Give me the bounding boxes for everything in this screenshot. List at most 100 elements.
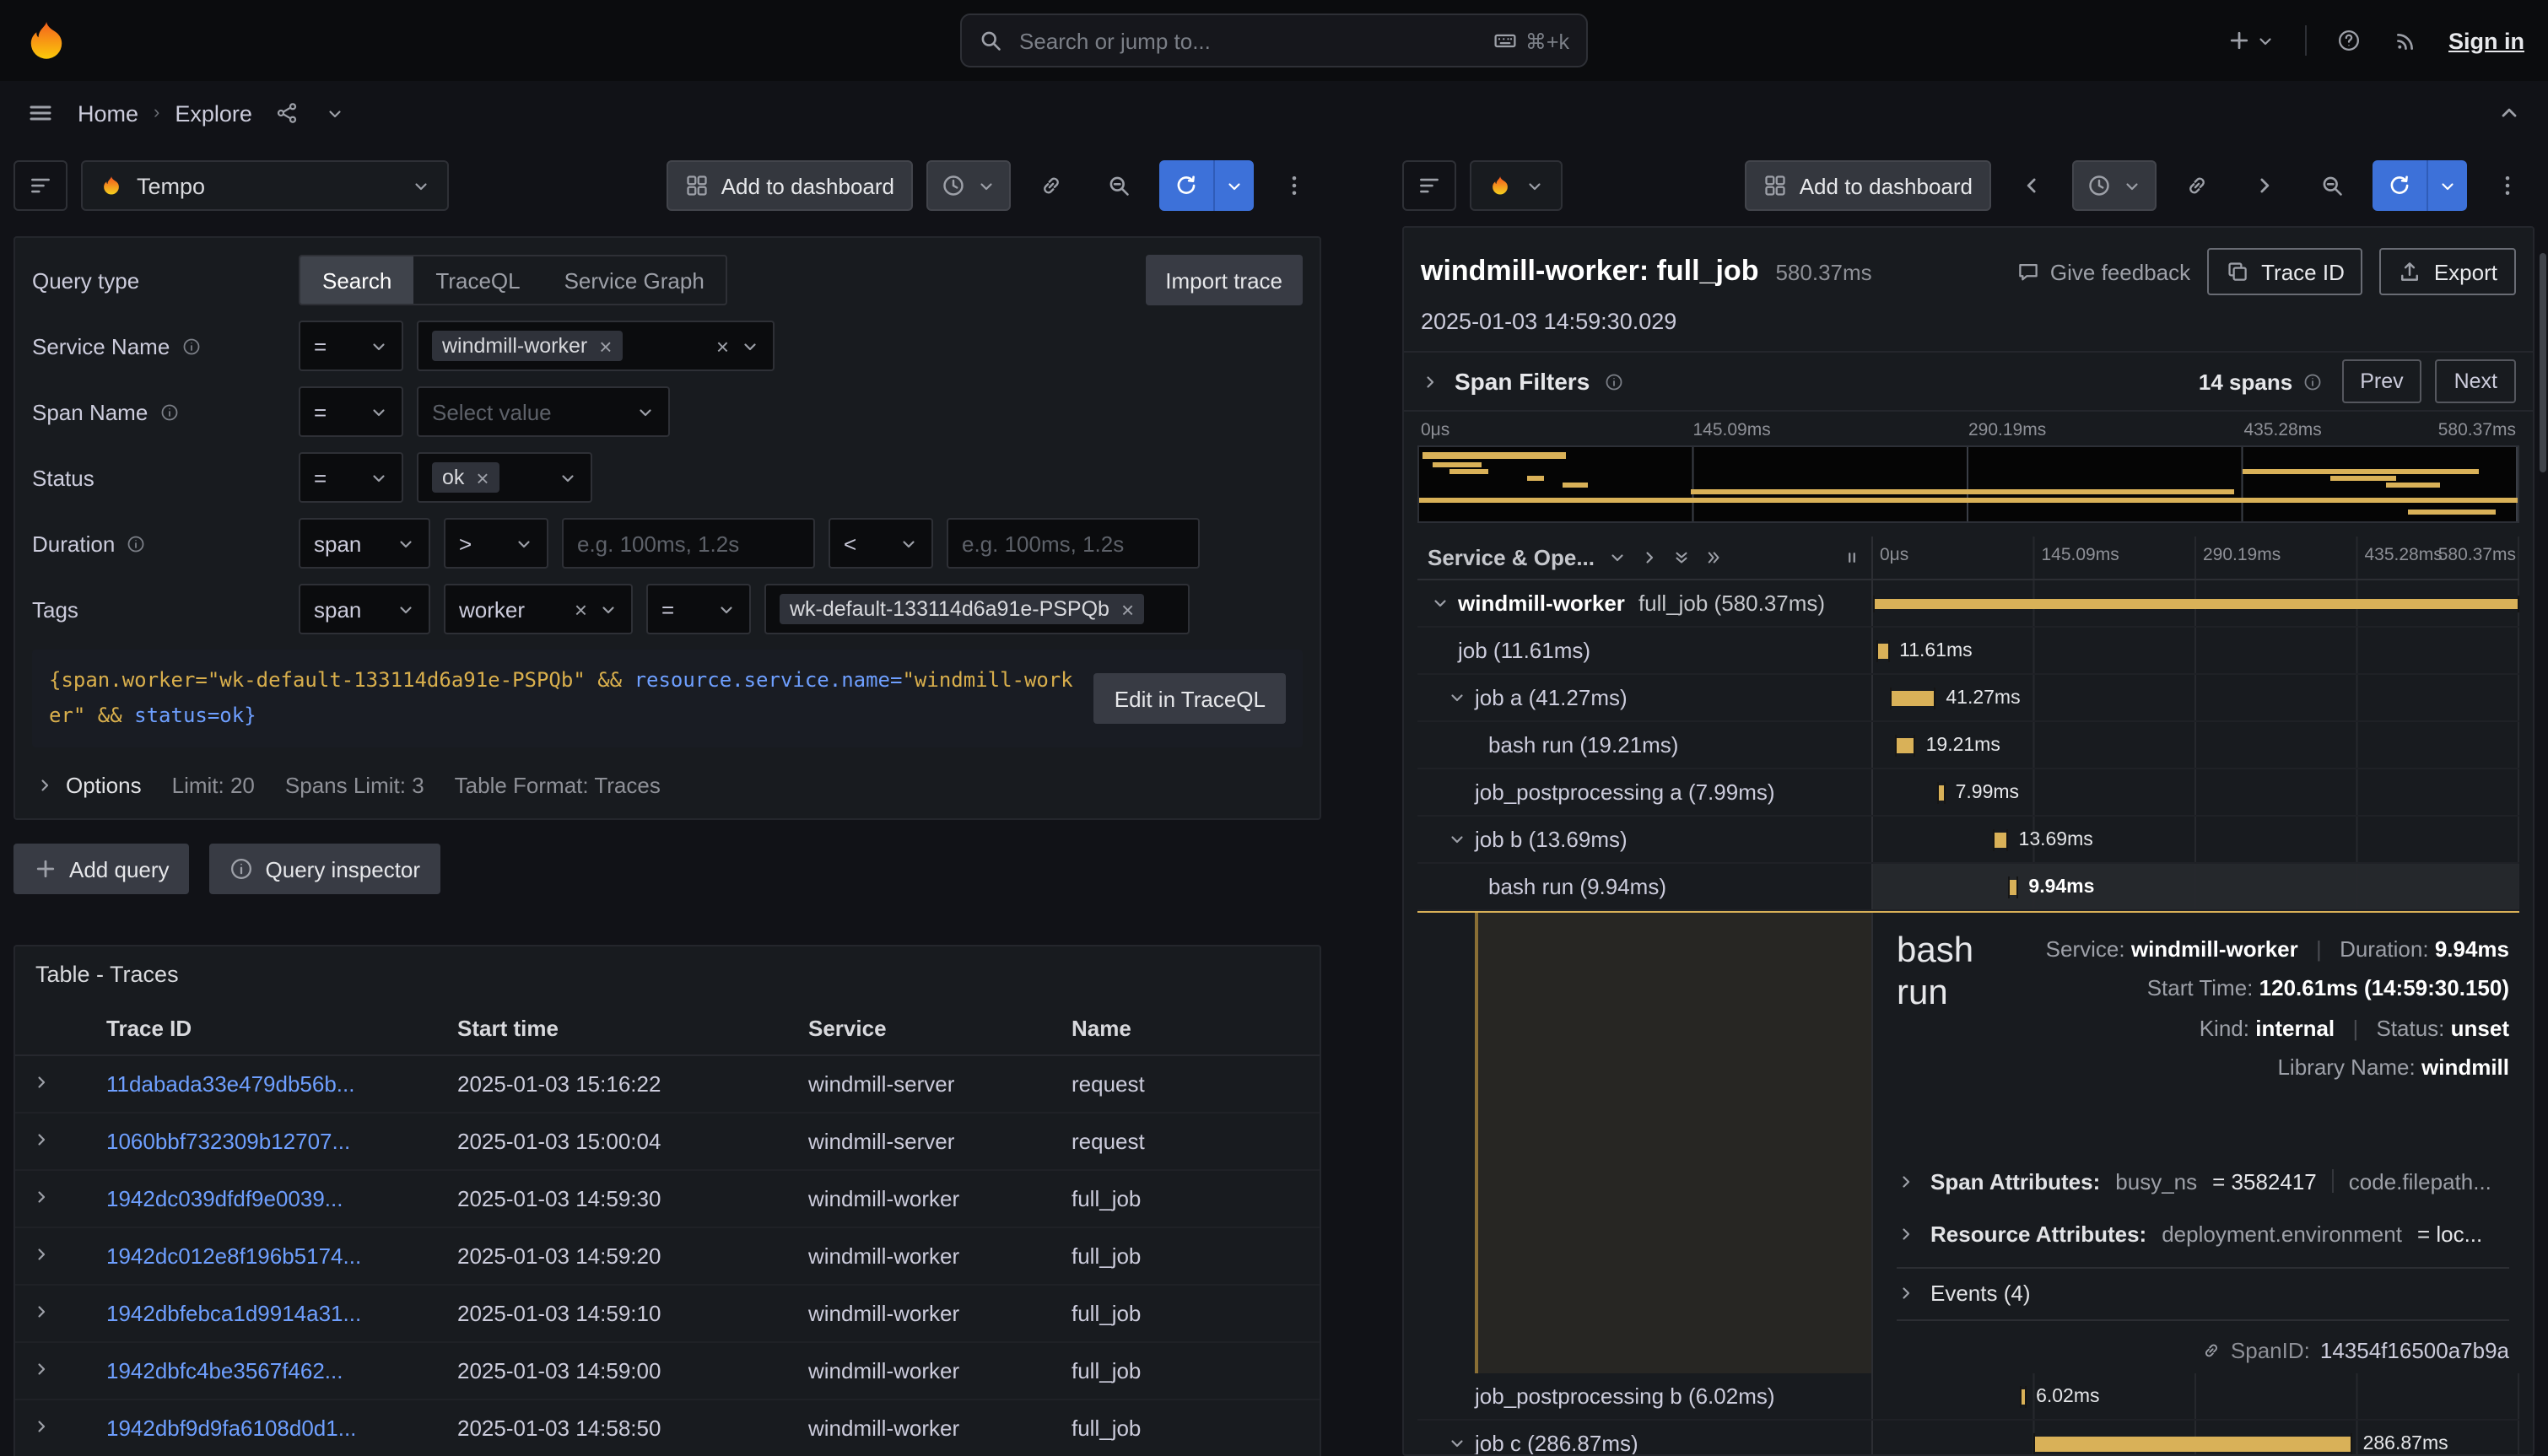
datasource-picker[interactable] [1470,160,1563,211]
time-shift-back-button[interactable] [2005,160,2059,211]
edit-in-traceql-button[interactable]: Edit in TraceQL [1094,673,1286,724]
table-row[interactable]: 1942dbfebca1d9914a31... 2025-01-03 14:59… [15,1286,1320,1343]
zoom-out-button[interactable] [1092,160,1146,211]
new-menu-button[interactable] [2224,25,2278,56]
table-row[interactable]: 1942dc039dfdf9e0039... 2025-01-03 14:59:… [15,1171,1320,1228]
resource-attributes-row[interactable]: Resource Attributes: deployment.environm… [1897,1207,2509,1259]
global-search[interactable]: ⌘+k [960,13,1588,67]
col-trace-id[interactable]: Trace ID [96,1016,447,1041]
link-icon[interactable] [2202,1340,2221,1359]
trace-minimap[interactable] [1417,445,2519,523]
options-toggle[interactable]: Options [35,773,142,798]
duration-lt-input[interactable] [947,518,1200,569]
span-bar-cell[interactable] [1873,580,2519,626]
news-button[interactable] [2391,25,2421,56]
span-bar[interactable] [1890,690,1935,705]
span-bar-cell[interactable]: 286.87ms [1873,1421,2519,1454]
chevron-down-icon[interactable] [1608,548,1627,567]
add-query-button[interactable]: Add query [13,844,190,894]
pane-kebab-menu[interactable] [1267,160,1321,211]
span-name-cell[interactable]: bash run (9.94ms) [1417,864,1873,909]
expand-row-icon[interactable] [32,1302,51,1321]
col-name[interactable]: Name [1061,1016,1313,1041]
pause-icon[interactable] [1843,548,1861,567]
chevron-down-icon[interactable] [1448,830,1466,849]
trace-id-link[interactable]: 1942dbf9d9fa6108d0d1... [106,1416,356,1441]
expand-row-icon[interactable] [32,1360,51,1378]
time-picker-button[interactable] [2072,160,2157,211]
events-row[interactable]: Events (4) [1897,1266,2509,1320]
span-name-cell[interactable]: job_postprocessing b (6.02ms) [1417,1373,1873,1419]
span-name-cell[interactable]: windmill-worker full_job (580.37ms) [1417,580,1873,626]
span-bar[interactable] [1876,643,1889,658]
span-bar-cell[interactable]: 19.21ms [1873,722,2519,768]
status-value-select[interactable]: ok × [417,452,592,503]
span-bar[interactable] [1894,737,1915,752]
search-input[interactable] [1016,26,1480,55]
table-row[interactable]: 1942dbfc4be3567f462... 2025-01-03 14:59:… [15,1343,1320,1400]
span-bar-cell[interactable]: 6.02ms [1873,1373,2519,1419]
clear-key-icon[interactable]: × [575,598,587,620]
duration-scope-select[interactable]: span [299,518,430,569]
help-button[interactable] [2334,25,2364,56]
col-start-time[interactable]: Start time [447,1016,798,1041]
name-column-label[interactable]: Service & Ope... [1428,545,1595,570]
import-trace-button[interactable]: Import trace [1145,255,1303,305]
run-query-split-button[interactable] [1159,160,1254,211]
span-bar-cell[interactable]: 9.94ms [1873,864,2519,909]
copy-link-button[interactable] [1024,160,1078,211]
table-row[interactable]: 1060bbf732309b12707... 2025-01-03 15:00:… [15,1114,1320,1171]
span-bar[interactable] [2007,879,2018,894]
chevron-down-icon[interactable] [1448,688,1466,707]
expand-row-icon[interactable] [32,1417,51,1436]
expand-row-icon[interactable] [32,1245,51,1264]
service-name-value-select[interactable]: windmill-worker × × [417,321,775,371]
duration-lt-operator-select[interactable]: < [829,518,933,569]
tags-value-select[interactable]: wk-default-133114d6a91e-PSPQb × [764,584,1190,634]
zoom-out-button[interactable] [2305,160,2359,211]
status-operator-select[interactable]: = [299,452,403,503]
span-name-cell[interactable]: job b (13.69ms) [1417,817,1873,862]
scrollbar-thumb[interactable] [2540,253,2546,472]
table-row[interactable]: 1942dbf9d9fa6108d0d1... 2025-01-03 14:58… [15,1400,1320,1456]
span-name-cell[interactable]: job a (41.27ms) [1417,675,1873,720]
table-row[interactable]: 1942dc012e8f196b5174... 2025-01-03 14:59… [15,1228,1320,1286]
collapse-all-icon[interactable] [1672,548,1691,567]
next-span-button[interactable]: Next [2436,359,2516,403]
content-outline-button[interactable] [1402,160,1456,211]
trace-id-link[interactable]: 1942dc039dfdf9e0039... [106,1186,343,1211]
span-row[interactable]: job_postprocessing a (7.99ms) 7.99ms [1417,769,2519,817]
chevron-right-icon[interactable] [1640,548,1659,567]
tags-key-select[interactable]: worker × [444,584,633,634]
span-name-value-select[interactable]: Select value [417,386,670,437]
time-shift-forward-button[interactable] [2238,160,2292,211]
tags-scope-select[interactable]: span [299,584,430,634]
prev-span-button[interactable]: Prev [2341,359,2421,403]
trace-id-link[interactable]: 1942dc012e8f196b5174... [106,1243,361,1269]
content-outline-button[interactable] [13,160,67,211]
span-name-cell[interactable]: bash run (19.21ms) [1417,722,1873,768]
remove-value-icon[interactable]: × [1121,598,1134,620]
tab-traceql[interactable]: TraceQL [413,256,542,304]
trace-id-button[interactable]: Trace ID [2207,248,2363,295]
span-bar-cell[interactable]: 7.99ms [1873,769,2519,815]
trace-id-link[interactable]: 11dabada33e479db56b... [106,1071,355,1097]
span-row-root[interactable]: windmill-worker full_job (580.37ms) [1417,580,2519,628]
expand-row-icon[interactable] [32,1073,51,1092]
expand-row-icon[interactable] [32,1188,51,1206]
span-row[interactable]: job a (41.27ms) 41.27ms [1417,675,2519,722]
span-bar-cell[interactable]: 41.27ms [1873,675,2519,720]
span-row-selected[interactable]: bash run (9.94ms) 9.94ms [1417,864,2519,911]
service-name-operator-select[interactable]: = [299,321,403,371]
trace-id-link[interactable]: 1060bbf732309b12707... [106,1129,350,1154]
span-bar[interactable] [2033,1436,2353,1451]
chevron-down-icon[interactable] [1431,594,1449,612]
add-to-dashboard-button[interactable]: Add to dashboard [667,160,913,211]
clear-all-icon[interactable]: × [716,335,729,357]
span-filters-label[interactable]: Span Filters [1455,368,1590,395]
col-service[interactable]: Service [798,1016,1061,1041]
span-row[interactable]: bash run (19.21ms) 19.21ms [1417,722,2519,769]
pane-kebab-menu[interactable] [2481,160,2535,211]
span-name-cell[interactable]: job (11.61ms) [1417,628,1873,673]
span-bar[interactable] [1936,785,1946,800]
